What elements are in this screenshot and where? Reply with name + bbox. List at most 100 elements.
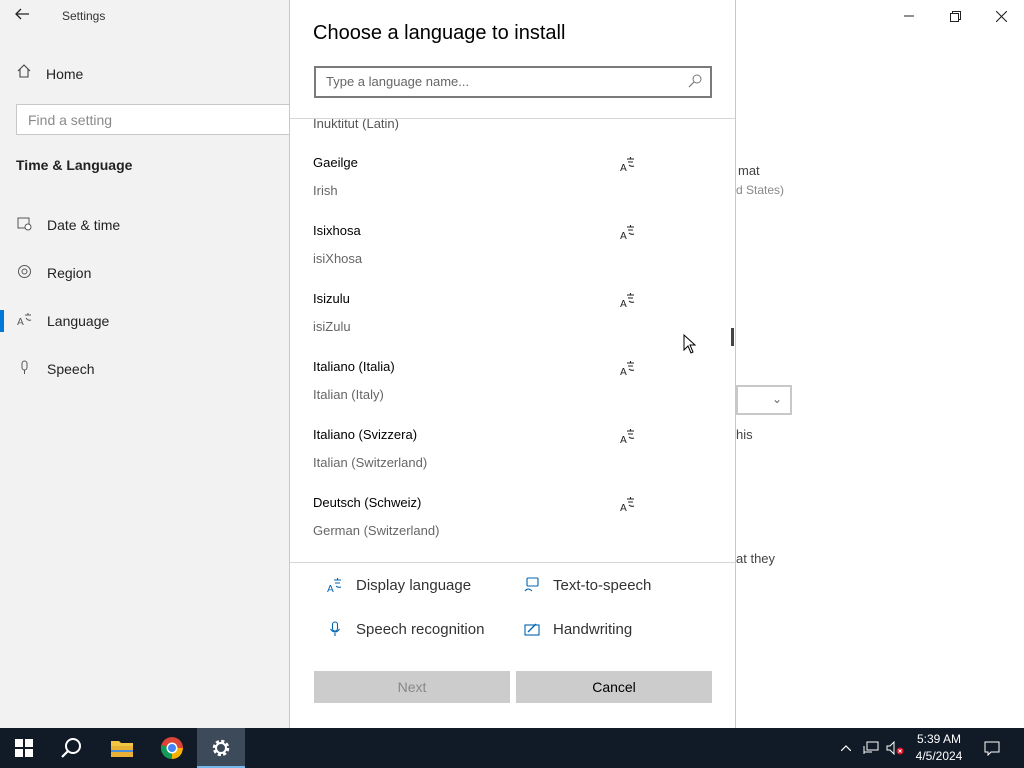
feature-label: Display language [356,576,472,594]
language-search-placeholder: Type a language name... [326,74,470,89]
list-item[interactable]: Italiano (Italia) Italian (Italy) A [290,359,735,427]
language-native-name: Isixhosa [313,223,361,238]
search-button[interactable] [48,728,96,768]
chrome-button[interactable] [148,728,196,768]
file-explorer-button[interactable] [98,728,146,768]
minimize-icon [904,15,914,17]
list-item-partial[interactable]: Inuktitut (Latin) [313,119,399,131]
text-to-speech-icon [523,576,541,594]
handwriting-icon [523,620,541,638]
settings-sidebar: Settings Home Find a setting Time & Lang… [0,0,306,728]
feature-handwriting: Handwriting [523,620,632,638]
feature-label: Handwriting [553,620,633,638]
feature-label: Speech recognition [356,620,485,638]
language-english-name: German (Switzerland) [313,523,440,538]
home-icon [16,63,32,84]
search-icon [688,74,702,88]
svg-text:A: A [620,231,627,241]
sidebar-item-label: Date & time [47,217,121,233]
svg-text:A: A [620,163,627,173]
sidebar-item-label: Language [47,313,110,329]
cancel-button[interactable]: Cancel [516,671,712,703]
display-language-icon: A [620,157,635,173]
feature-speech-recognition: Speech recognition [326,620,484,638]
feature-label: Text-to-speech [553,576,652,594]
bg-his-text: his [736,427,753,442]
nav-home[interactable]: Home [16,63,83,84]
display-language-icon: A [326,576,344,594]
sidebar-item-label: Region [47,265,92,281]
restore-button[interactable] [932,0,978,32]
language-native-name: Italiano (Italia) [313,359,395,374]
sidebar-item-region[interactable]: Region [0,253,289,293]
display-language-icon: A [620,361,635,377]
volume-button[interactable] [884,728,906,768]
close-icon [995,10,1007,22]
nav-home-label: Home [46,65,84,82]
language-native-name: Gaeilge [313,155,358,170]
start-button[interactable] [0,728,48,768]
list-item[interactable]: Isizulu isiZulu A [290,291,735,359]
svg-text:A: A [620,503,627,513]
mouse-cursor-icon [683,334,697,354]
taskbar: 5:39 AM 4/5/2024 [0,728,1024,768]
language-english-name: isiXhosa [313,251,363,266]
sidebar-item-label: Speech [47,361,95,377]
language-english-name: isiZulu [313,319,351,334]
windows-logo-icon [15,739,33,757]
find-setting-placeholder: Find a setting [28,112,113,128]
svg-text:A: A [620,299,627,309]
show-hidden-icons-button[interactable] [836,728,856,768]
svg-text:A: A [17,317,24,327]
language-install-dialog: Choose a language to install Type a lang… [289,0,736,728]
settings-taskbar-button[interactable] [197,728,245,768]
list-item[interactable]: Deutsch (Schweiz) German (Switzerland) A [290,495,735,562]
clock-date: 4/5/2024 [915,749,963,763]
display-language-icon: A [620,225,635,241]
language-native-name: Italiano (Svizzera) [313,427,418,442]
bg-dropdown[interactable]: ⌄ [736,385,792,415]
bg-at-they-text: at they [736,551,776,566]
language-english-name: Italian (Switzerland) [313,455,428,470]
divider [290,562,735,563]
notification-icon [984,741,1000,756]
minimize-button[interactable] [886,0,932,32]
language-native-name: Deutsch (Schweiz) [313,495,422,510]
find-setting-input[interactable]: Find a setting [16,104,306,135]
sidebar-item-language[interactable]: A Language [0,301,289,341]
sidebar-item-speech[interactable]: Speech [0,349,289,389]
svg-text:A: A [620,367,627,377]
language-search-input[interactable]: Type a language name... [314,66,712,98]
back-arrow-icon[interactable] [14,6,34,26]
search-icon [61,738,81,758]
next-button[interactable]: Next [314,671,510,703]
scrollbar-thumb[interactable] [731,328,734,346]
list-item[interactable]: Gaeilge Irish A [290,155,735,223]
feature-display-language: A Display language [326,576,471,594]
restore-icon [949,10,961,22]
bg-format-text: mat [738,163,760,178]
display-language-icon: A [620,293,635,309]
chevron-up-icon [841,745,851,751]
list-item[interactable]: Isixhosa isiXhosa A [290,223,735,291]
date-time-icon [16,216,32,234]
network-button[interactable] [860,728,882,768]
app-title: Settings [62,9,106,23]
svg-text:A: A [620,435,627,445]
close-button[interactable] [978,0,1024,32]
sidebar-item-date-time[interactable]: Date & time [0,205,289,245]
bg-format-subtext: d States) [736,183,785,197]
clock-time: 5:39 AM [916,732,962,746]
microphone-icon [326,620,344,638]
chevron-down-icon: ⌄ [771,392,782,406]
language-list[interactable]: Inuktitut (Latin) Gaeilge Irish A Isixho… [290,119,735,562]
microphone-icon [16,360,32,378]
region-icon [16,264,32,282]
language-english-name: Italian (Italy) [313,387,384,402]
list-item[interactable]: Italiano (Svizzera) Italian (Switzerland… [290,427,735,495]
action-center-button[interactable] [978,728,1006,768]
taskbar-clock[interactable]: 5:39 AM 4/5/2024 [908,731,970,765]
svg-text:A: A [327,584,334,593]
volume-muted-icon [886,741,904,755]
language-native-name: Isizulu [313,291,350,306]
